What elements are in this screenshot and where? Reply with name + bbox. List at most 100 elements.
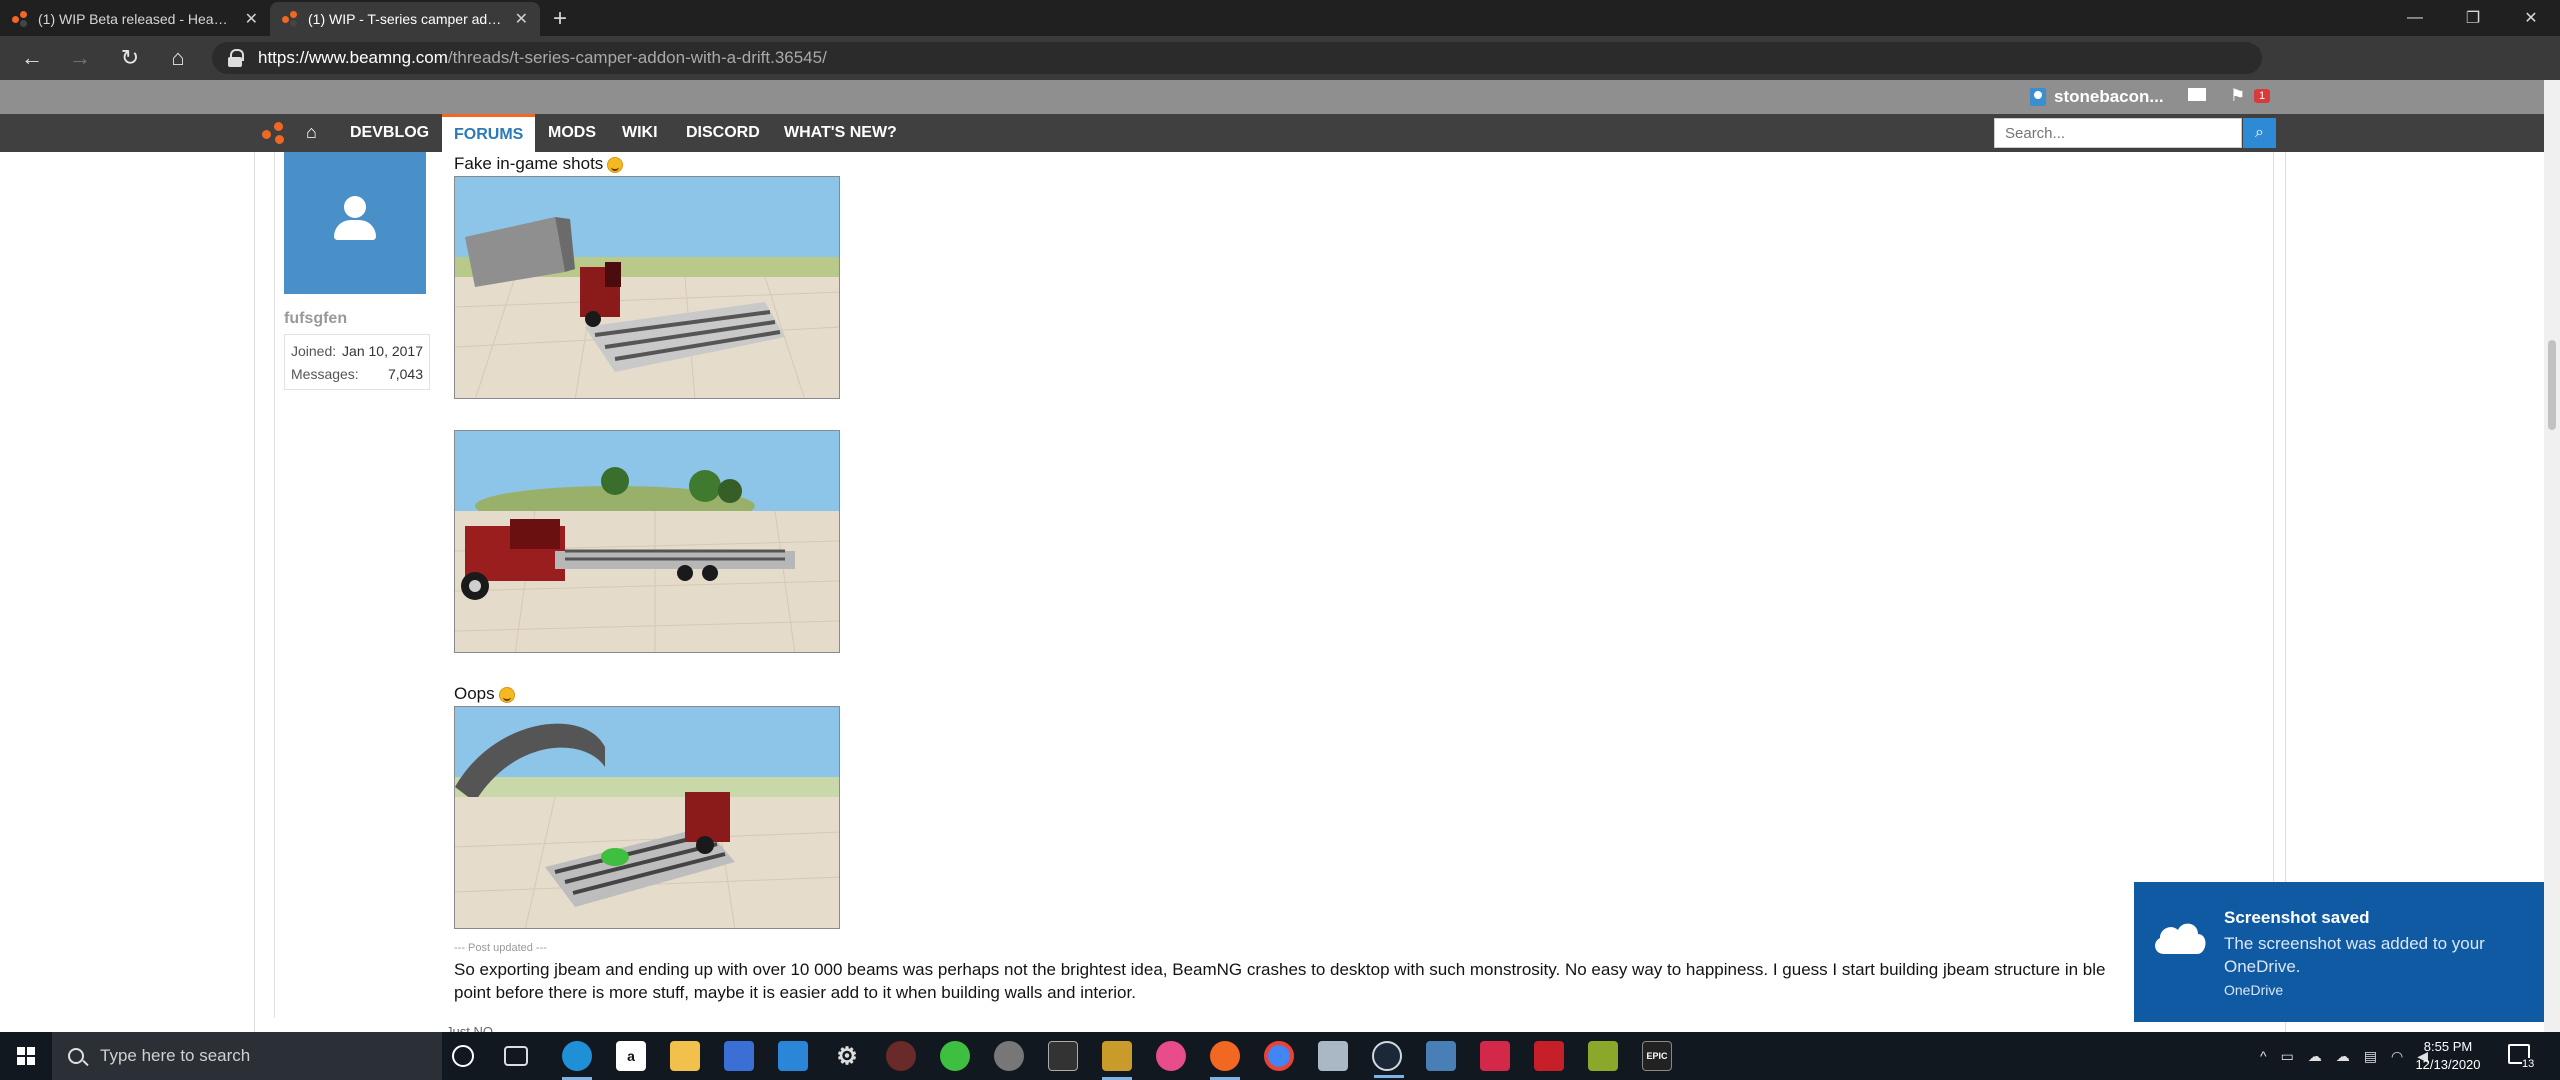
url-path: /threads/t-series-camper-addon-with-a-dr… [447, 48, 827, 67]
window-controls: — ❐ ✕ [2386, 0, 2560, 36]
new-tab-button[interactable]: + [540, 2, 580, 36]
close-window-icon[interactable]: ✕ [2502, 0, 2560, 36]
home-icon[interactable]: ⌂ [154, 36, 202, 80]
avatar-person-icon [344, 196, 366, 218]
nav-discord[interactable]: DISCORD [674, 114, 772, 152]
caption-oops: Oops [454, 684, 515, 704]
tray-wifi-icon[interactable]: ◠ [2391, 1048, 2403, 1065]
account-link[interactable]: stonebacon... [2030, 87, 2164, 107]
nav-devblog[interactable]: DEVBLOG [338, 114, 441, 152]
post-body-text: So exporting jbeam and ending up with ov… [454, 958, 2154, 1004]
lock-icon [228, 49, 244, 67]
post-image-2[interactable] [454, 430, 840, 653]
tray-network-icon[interactable]: ▤ [2364, 1048, 2377, 1065]
browser-tab-2[interactable]: (1) WIP - T-series camper addon... ✕ [270, 2, 540, 36]
joined-value: Jan 10, 2017 [342, 342, 423, 359]
toast-body: The screenshot was added to your OneDriv… [2224, 934, 2485, 976]
search-input[interactable] [1994, 118, 2242, 148]
itunes-icon[interactable] [1156, 1041, 1186, 1071]
app-icon-5[interactable] [1318, 1041, 1348, 1071]
minimize-icon[interactable]: — [2386, 0, 2444, 36]
scrollbar-thumb[interactable] [2548, 340, 2556, 430]
search-icon[interactable]: ⌕ [2243, 118, 2276, 148]
post-body-line-2: point before there is more stuff, maybe … [454, 983, 1136, 1002]
beamng-icon[interactable] [1210, 1041, 1240, 1080]
photos-icon[interactable] [1426, 1041, 1456, 1071]
grin-emoji-icon [498, 686, 515, 703]
nav-whats-new[interactable]: WHAT'S NEW? [772, 114, 909, 152]
user-icon [2030, 88, 2046, 106]
app-icon-2[interactable] [994, 1041, 1024, 1071]
chrome-icon[interactable] [1264, 1041, 1294, 1071]
search-icon [68, 1048, 84, 1064]
app-icon-6[interactable] [1480, 1041, 1510, 1071]
joined-label: Joined: [291, 342, 337, 359]
nav-mods[interactable]: MODS [536, 114, 608, 152]
task-view-icon[interactable] [504, 1046, 528, 1066]
taskbar-search-placeholder: Type here to search [100, 1046, 251, 1065]
nav-forums[interactable]: FORUMS [442, 114, 536, 152]
post-image-3[interactable] [454, 706, 840, 929]
tab-close-icon[interactable]: ✕ [515, 9, 528, 29]
amazon-icon[interactable]: a [616, 1041, 646, 1071]
onedrive-cloud-icon [2155, 923, 2206, 954]
page-scrollbar[interactable] [2544, 80, 2560, 1032]
beamng-logo[interactable] [262, 122, 288, 146]
home-icon[interactable]: ⌂ [306, 122, 317, 143]
epic-games-icon[interactable]: EPIC [1642, 1041, 1672, 1071]
user-stats: Joined: Jan 10, 2017 Messages: 7,043 [284, 334, 430, 390]
toast-source: OneDrive [2224, 982, 2284, 998]
site-user-bar: stonebacon... ⚑ 1 [0, 80, 2544, 114]
taskbar-search[interactable]: Type here to search [52, 1032, 442, 1080]
alerts-flag-icon[interactable]: ⚑ [2230, 86, 2245, 106]
file-explorer-icon[interactable] [670, 1041, 700, 1071]
store-icon[interactable] [724, 1041, 754, 1071]
inbox-icon[interactable] [2188, 88, 2206, 101]
onedrive-toast[interactable]: Screenshot saved The screenshot was adde… [2134, 882, 2544, 1022]
refresh-icon[interactable]: ↻ [106, 36, 154, 80]
windows-logo-icon [17, 1047, 35, 1065]
caption-text: Fake in-game shots [454, 154, 604, 173]
post-author[interactable]: fufsgfen [284, 310, 347, 328]
forward-icon[interactable]: → [56, 36, 104, 80]
grin-emoji-icon [607, 156, 624, 173]
messages-value: 7,043 [387, 365, 423, 382]
username: stonebacon... [2054, 87, 2164, 106]
post-user-panel: fufsgfen Joined: Jan 10, 2017 Messages: 7,… [280, 152, 432, 390]
taskbar-clock[interactable]: 8:55 PM 12/13/2020 [2408, 1038, 2488, 1074]
edge-icon[interactable] [562, 1041, 592, 1080]
start-button[interactable] [0, 1032, 52, 1080]
beamng-favicon-icon [282, 11, 298, 27]
steam-icon[interactable] [1372, 1041, 1404, 1078]
tray-onedrive-icon[interactable]: ☁ [2308, 1048, 2322, 1065]
app-icon-8[interactable] [1588, 1041, 1618, 1071]
post-updated-label: --- Post updated --- [454, 942, 547, 954]
app-icon-1[interactable] [886, 1041, 916, 1071]
tab-title: (1) WIP - T-series camper addon... [308, 11, 505, 27]
app-icon-4[interactable] [1102, 1041, 1132, 1080]
razer-icon[interactable] [940, 1041, 970, 1071]
cortana-icon[interactable] [452, 1045, 474, 1067]
back-icon[interactable]: ← [8, 36, 56, 80]
browser-tab-1[interactable]: (1) WIP Beta released - Heavy d... ✕ [0, 2, 270, 36]
avatar[interactable] [284, 152, 426, 294]
tray-chevron-up-icon[interactable]: ^ [2260, 1048, 2267, 1064]
tab-close-icon[interactable]: ✕ [245, 9, 258, 29]
caption-text: Oops [454, 684, 495, 703]
settings-gear-icon[interactable]: ⚙ [832, 1041, 862, 1071]
messages-label: Messages: [291, 365, 359, 382]
url-host: https://www.beamng.com [258, 48, 448, 67]
toast-title: Screenshot saved [2224, 908, 2370, 927]
site-nav: ⌂ DEVBLOG FORUMS MODS WIKI DISCORD WHAT'… [0, 114, 2544, 152]
address-bar[interactable]: https://www.beamng.com/threads/t-series-… [212, 42, 2262, 74]
restore-icon[interactable]: ❐ [2444, 0, 2502, 36]
tray-device-icon[interactable]: ▭ [2281, 1048, 2294, 1065]
app-icon-3[interactable] [1048, 1041, 1078, 1071]
app-icon-7[interactable] [1534, 1041, 1564, 1071]
alert-count-badge: 1 [2254, 89, 2271, 103]
nav-wiki[interactable]: WIKI [610, 114, 670, 152]
mail-icon[interactable] [778, 1041, 808, 1071]
clock-time: 8:55 PM [2423, 1039, 2473, 1054]
tray-cloud-icon[interactable]: ☁ [2336, 1048, 2350, 1065]
post-image-1[interactable] [454, 176, 840, 399]
